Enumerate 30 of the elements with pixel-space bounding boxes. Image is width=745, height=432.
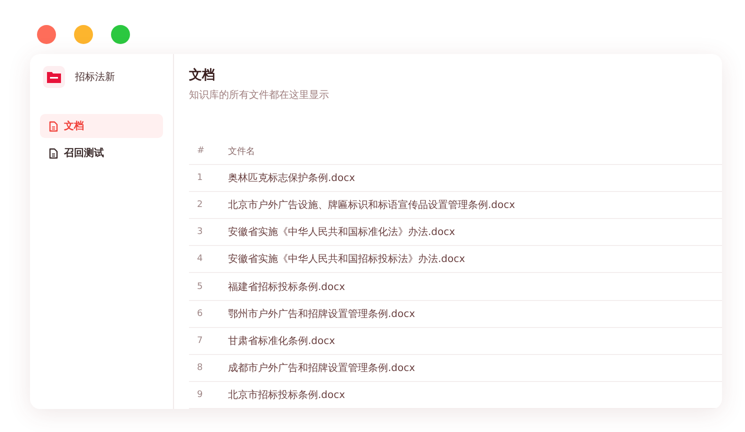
file-name[interactable]: 奥林匹克标志保护条例.docx (228, 171, 356, 186)
file-name[interactable]: 北京市户外广告设施、牌匾标识和标语宣传品设置管理条例.docx (228, 198, 516, 212)
page-subtitle: 知识库的所有文件都在这里显示 (189, 88, 330, 102)
file-name[interactable]: 安徽省实施《中华人民共和国标准化法》办法.docx (228, 225, 456, 240)
window-button[interactable] (111, 25, 130, 44)
column-header: # (196, 146, 206, 156)
row-number: 3 (196, 227, 204, 238)
file-name[interactable]: 福建省招标投标条例.docx (228, 280, 346, 294)
row-number: 5 (196, 282, 204, 292)
row-number: 1 (196, 173, 204, 184)
row-number: 8 (196, 362, 204, 373)
row-number: 6 (196, 308, 204, 319)
page-title: 文档 (189, 66, 216, 84)
window-button[interactable] (37, 25, 56, 44)
column-header: 文件名 (228, 146, 255, 158)
app-name: 招标法新 (75, 70, 115, 84)
row-number: 2 (196, 200, 204, 210)
document-icon (49, 120, 58, 132)
logo-icon (43, 66, 65, 88)
document-icon (49, 148, 58, 158)
file-name[interactable]: 北京市招标投标条例.docx (228, 388, 346, 402)
file-name[interactable]: 鄂州市户外广告和招牌设置管理条例.docx (228, 306, 416, 321)
window-button[interactable] (74, 25, 93, 44)
file-name[interactable]: 安徽省实施《中华人民共和国招标投标法》办法.docx (228, 252, 466, 266)
file-name[interactable]: 甘肃省标准化条例.docx (228, 334, 336, 348)
row-number: 4 (196, 254, 204, 264)
sidebar-item[interactable]: 召回测试 (40, 141, 163, 165)
file-name[interactable]: 成都市户外广告和招牌设置管理条例.docx (228, 360, 416, 375)
row-number: 9 (196, 390, 204, 400)
row-number: 7 (196, 336, 204, 346)
